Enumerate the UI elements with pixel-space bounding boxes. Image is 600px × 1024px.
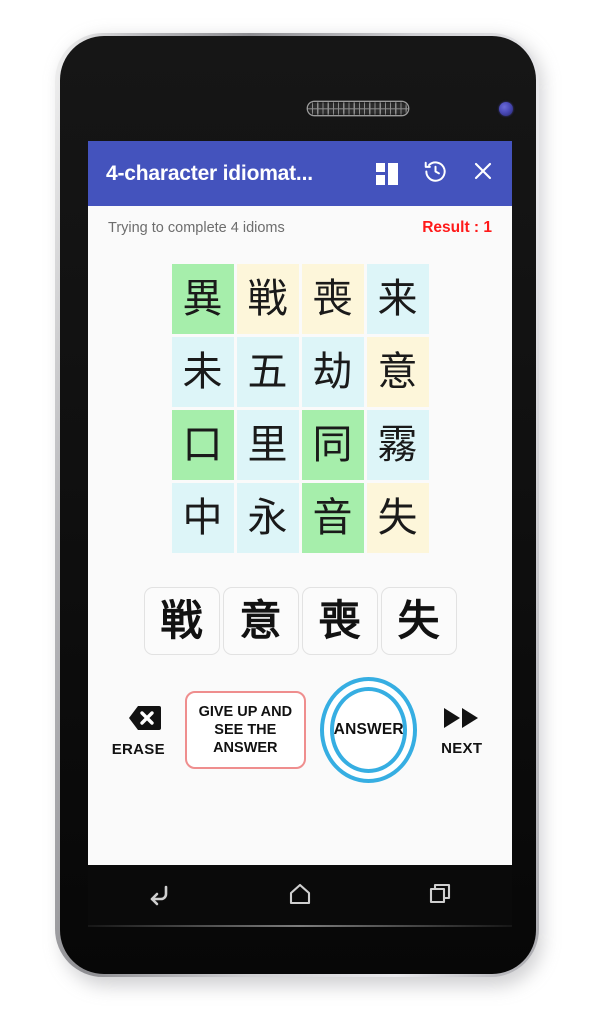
grid-cell[interactable]: 里 <box>236 410 299 480</box>
close-icon <box>471 159 495 188</box>
answer-slot[interactable]: 戦 <box>143 587 220 655</box>
grid-cell[interactable]: 同 <box>301 410 364 480</box>
earpiece-speaker-icon <box>308 102 408 115</box>
home-icon <box>287 881 313 912</box>
answer-label: ANSWER <box>333 721 404 738</box>
grid-cell[interactable]: 未 <box>171 337 234 407</box>
close-button[interactable] <box>470 161 496 187</box>
grid-cell[interactable]: 異 <box>171 264 234 334</box>
grid-cell[interactable]: 永 <box>236 483 299 553</box>
dashboard-icon <box>376 162 398 185</box>
back-icon <box>145 882 173 911</box>
nav-recents-button[interactable] <box>418 879 464 913</box>
grid-cell[interactable]: 口 <box>171 410 234 480</box>
app-bar: 4-character idiomat... <box>88 141 512 206</box>
app-bar-actions <box>374 159 496 189</box>
nav-bar-hairline <box>88 925 512 927</box>
android-nav-bar <box>88 865 512 927</box>
erase-button[interactable]: ERASE <box>100 703 177 758</box>
character-grid-wrap: 異戦喪来未五劫意口里同霧中永音失 <box>88 264 512 553</box>
character-grid: 異戦喪来未五劫意口里同霧中永音失 <box>171 264 429 553</box>
nav-back-button[interactable] <box>136 879 182 913</box>
progress-text: Trying to complete 4 idioms <box>108 220 285 236</box>
result-badge: Result : 1 <box>422 219 492 236</box>
screenshot-root: 4-character idiomat... Trying to complet… <box>0 0 600 1024</box>
answer-slot[interactable]: 喪 <box>301 587 378 655</box>
history-icon <box>423 159 448 189</box>
control-bar: ERASE GIVE UP AND SEE THE ANSWER ANSWER … <box>88 677 512 783</box>
fast-forward-icon <box>442 704 482 732</box>
status-row: Trying to complete 4 idioms Result : 1 <box>88 206 512 250</box>
grid-cell[interactable]: 劫 <box>301 337 364 407</box>
backspace-icon <box>115 703 162 733</box>
grid-cell[interactable]: 中 <box>171 483 234 553</box>
grid-cell[interactable]: 来 <box>366 264 429 334</box>
grid-cell[interactable]: 意 <box>366 337 429 407</box>
grid-cell[interactable]: 音 <box>301 483 364 553</box>
answer-slots: 戦意喪失 <box>88 587 512 655</box>
answer-slot[interactable]: 意 <box>222 587 299 655</box>
history-button[interactable] <box>422 159 448 189</box>
next-label: NEXT <box>441 739 483 757</box>
grid-cell[interactable]: 喪 <box>301 264 364 334</box>
answer-slot[interactable]: 失 <box>380 587 457 655</box>
front-camera-icon <box>499 102 513 116</box>
next-button[interactable]: NEXT <box>423 704 500 757</box>
grid-cell[interactable]: 戦 <box>236 264 299 334</box>
nav-home-button[interactable] <box>277 879 323 913</box>
answer-button[interactable]: ANSWER <box>320 677 418 783</box>
phone-screen: 4-character idiomat... Trying to complet… <box>88 141 512 865</box>
give-up-button[interactable]: GIVE UP AND SEE THE ANSWER <box>184 691 307 769</box>
app-title: 4-character idiomat... <box>106 161 313 185</box>
grid-cell[interactable]: 失 <box>366 483 429 553</box>
grid-cell[interactable]: 五 <box>236 337 299 407</box>
recents-icon <box>428 881 454 912</box>
dashboard-button[interactable] <box>374 161 400 187</box>
erase-label: ERASE <box>111 740 165 758</box>
give-up-label: GIVE UP AND SEE THE ANSWER <box>198 703 293 757</box>
grid-cell[interactable]: 霧 <box>366 410 429 480</box>
